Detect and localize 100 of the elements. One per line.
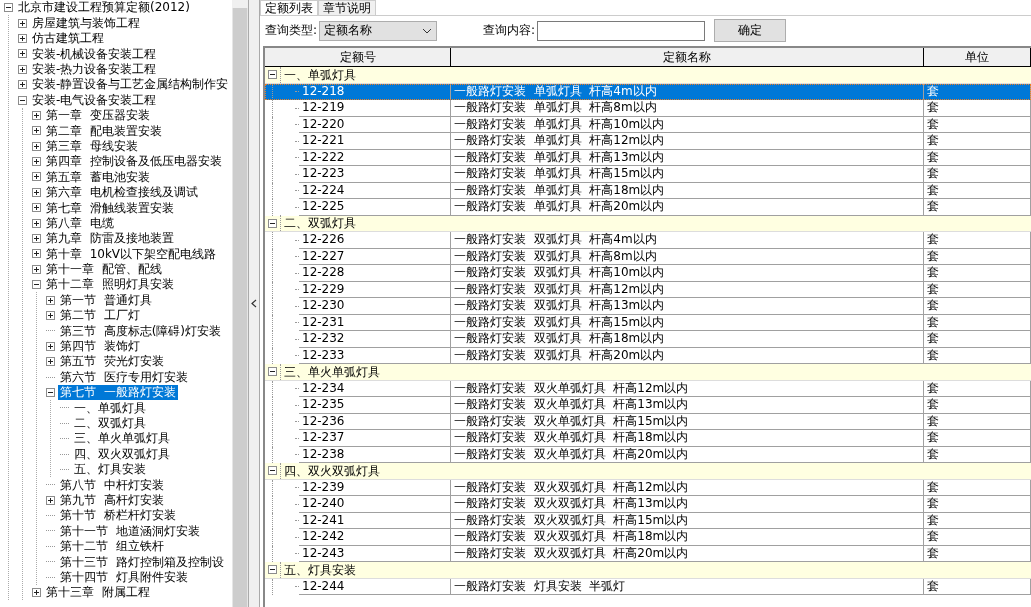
- table-row[interactable]: 12-230 一般路灯安装 双弧灯具 杆高13m以内 套: [265, 298, 1031, 315]
- expand-icon[interactable]: [46, 357, 55, 367]
- tree-item[interactable]: 第八章 电缆: [44, 215, 116, 231]
- expand-icon[interactable]: [18, 33, 27, 43]
- tree-item[interactable]: 第四章 控制设备及低压电器安装: [44, 154, 224, 169]
- expand-icon[interactable]: [32, 234, 41, 244]
- expand-icon[interactable]: [32, 141, 41, 151]
- expand-icon[interactable]: [32, 126, 41, 136]
- tree-item[interactable]: 五、灯具安装: [72, 462, 148, 477]
- expand-icon[interactable]: [18, 64, 27, 74]
- expand-icon[interactable]: [18, 49, 27, 59]
- tree-item[interactable]: 第十二节 组立铁杆: [58, 539, 166, 554]
- tree-item[interactable]: 第八节 中杆灯安装: [58, 477, 166, 493]
- tree-item[interactable]: 安装-电气设备安装工程: [30, 92, 159, 108]
- tree-item[interactable]: 第六章 电机检查接线及调试: [44, 185, 200, 200]
- table-row[interactable]: 12-234 一般路灯安装 双火单弧灯具 杆高12m以内 套: [265, 380, 1031, 397]
- table-row[interactable]: 12-221 一般路灯安装 单弧灯具 杆高12m以内 套: [265, 133, 1031, 150]
- tree-item[interactable]: 第九节 高杆灯安装: [58, 492, 166, 508]
- tree-item[interactable]: 第十章 10kV以下架空配电线路: [44, 246, 219, 262]
- tree-item[interactable]: 第十一章 配管、配线: [44, 262, 164, 277]
- table-row[interactable]: 12-240 一般路灯安装 双火双弧灯具 杆高13m以内 套: [265, 496, 1031, 513]
- expand-icon[interactable]: [32, 218, 41, 228]
- collapse-icon[interactable]: [268, 70, 277, 80]
- expand-icon[interactable]: [32, 264, 41, 274]
- tree-item[interactable]: 第六节 医疗专用灯安装: [58, 369, 190, 385]
- tree-item[interactable]: 一、单弧灯具: [72, 400, 148, 416]
- table-row[interactable]: 12-223 一般路灯安装 单弧灯具 杆高15m以内 套: [265, 166, 1031, 183]
- collapse-icon[interactable]: [46, 387, 55, 397]
- tree-item[interactable]: 安装-静置设备与工艺金属结构制作安: [30, 77, 231, 92]
- collapse-icon[interactable]: [32, 280, 41, 290]
- collapse-icon[interactable]: [268, 367, 277, 377]
- table-row[interactable]: 12-236 一般路灯安装 双火单弧灯具 杆高15m以内 套: [265, 413, 1031, 430]
- tree-item[interactable]: 第三节 高度标志(障碍)灯安装: [58, 323, 223, 339]
- tree-item[interactable]: 第五节 荧光灯安装: [58, 354, 166, 369]
- tree-item[interactable]: 第二节 工厂灯: [58, 308, 142, 323]
- tree-item[interactable]: 第十三章 附属工程: [44, 585, 152, 600]
- expand-icon[interactable]: [32, 203, 41, 213]
- table-row[interactable]: 12-241 一般路灯安装 双火双弧灯具 杆高15m以内 套: [265, 512, 1031, 529]
- table-row[interactable]: 12-227 一般路灯安装 双弧灯具 杆高8m以内 套: [265, 248, 1031, 265]
- expand-icon[interactable]: [32, 110, 41, 120]
- expand-icon[interactable]: [32, 157, 41, 167]
- group-row[interactable]: 三、单火单弧灯具: [265, 364, 1031, 381]
- tree-item[interactable]: 四、双火双弧灯具: [72, 446, 172, 462]
- collapse-icon[interactable]: [18, 95, 27, 105]
- expand-icon[interactable]: [32, 187, 41, 197]
- tree-item[interactable]: 第九章 防雷及接地装置: [44, 231, 176, 246]
- table-row[interactable]: 12-231 一般路灯安装 双弧灯具 杆高15m以内 套: [265, 314, 1031, 331]
- table-row[interactable]: 12-239 一般路灯安装 双火双弧灯具 杆高12m以内 套: [265, 479, 1031, 496]
- table-row[interactable]: 12-242 一般路灯安装 双火双弧灯具 杆高18m以内 套: [265, 529, 1031, 546]
- collapse-icon[interactable]: [4, 3, 13, 13]
- tree-item[interactable]: 第十一节 地道涵洞灯安装: [58, 523, 202, 539]
- tree-item[interactable]: 仿古建筑工程: [30, 31, 106, 46]
- table-row[interactable]: 12-244 一般路灯安装 灯具安装 半弧灯 套: [265, 578, 1031, 595]
- expand-icon[interactable]: [46, 495, 55, 505]
- collapse-icon[interactable]: [268, 218, 277, 228]
- table-row[interactable]: 12-226 一般路灯安装 双弧灯具 杆高4m以内 套: [265, 232, 1031, 249]
- tree-item[interactable]: 第十二章 照明灯具安装: [44, 277, 176, 292]
- tree-item[interactable]: 房屋建筑与装饰工程: [30, 15, 142, 31]
- expand-icon[interactable]: [18, 80, 27, 90]
- tab[interactable]: 章节说明: [318, 0, 376, 15]
- confirm-button[interactable]: 确定: [714, 19, 787, 42]
- tree-item[interactable]: 安装-机械设备安装工程: [30, 46, 159, 62]
- expand-icon[interactable]: [32, 588, 41, 598]
- query-type-dropdown[interactable]: 定额名称: [319, 20, 438, 41]
- group-row[interactable]: 五、灯具安装: [265, 562, 1031, 579]
- table-row[interactable]: 12-224 一般路灯安装 单弧灯具 杆高18m以内 套: [265, 182, 1031, 199]
- expand-icon[interactable]: [46, 311, 55, 320]
- query-content-field[interactable]: [537, 20, 706, 41]
- table-row[interactable]: 12-228 一般路灯安装 双弧灯具 杆高10m以内 套: [265, 265, 1031, 282]
- tree-item[interactable]: 第四节 装饰灯: [58, 339, 142, 354]
- expand-icon[interactable]: [32, 172, 41, 182]
- table-row[interactable]: 12-225 一般路灯安装 单弧灯具 杆高20m以内 套: [265, 199, 1031, 216]
- tree-item[interactable]: 第一节 普通灯具: [58, 292, 154, 308]
- expand-icon[interactable]: [46, 341, 55, 351]
- table-row[interactable]: 12-235 一般路灯安装 双火单弧灯具 杆高13m以内 套: [265, 397, 1031, 414]
- tree-item[interactable]: 二、双弧灯具: [72, 416, 148, 431]
- tree-item[interactable]: 第三章 母线安装: [44, 138, 140, 154]
- expand-icon[interactable]: [46, 295, 55, 305]
- group-row[interactable]: 一、单弧灯具: [265, 67, 1031, 84]
- tree-item[interactable]: 安装-热力设备安装工程: [30, 62, 159, 77]
- tree-item[interactable]: 第十四节 灯具附件安装: [58, 569, 190, 585]
- table-row[interactable]: 12-229 一般路灯安装 双弧灯具 杆高12m以内 套: [265, 281, 1031, 298]
- tree-item[interactable]: 北京市建设工程预算定额(2012): [16, 0, 192, 15]
- table-row[interactable]: 12-232 一般路灯安装 双弧灯具 杆高18m以内 套: [265, 331, 1031, 348]
- tree-item[interactable]: 第十节 桥栏杆灯安装: [58, 508, 178, 523]
- table-row[interactable]: 12-237 一般路灯安装 双火单弧灯具 杆高18m以内 套: [265, 430, 1031, 447]
- tree-item[interactable]: 第二章 配电装置安装: [44, 123, 164, 139]
- tree-item[interactable]: 第五章 蓄电池安装: [44, 169, 152, 185]
- table-row[interactable]: 12-219 一般路灯安装 单弧灯具 杆高8m以内 套: [265, 100, 1031, 117]
- scrollbar[interactable]: [232, 0, 248, 607]
- tab[interactable]: 定额列表: [260, 0, 318, 15]
- collapse-icon[interactable]: [268, 466, 277, 476]
- table-row[interactable]: 12-222 一般路灯安装 单弧灯具 杆高13m以内 套: [265, 149, 1031, 166]
- group-row[interactable]: 四、双火双弧灯具: [265, 463, 1031, 480]
- collapse-icon[interactable]: [268, 565, 277, 575]
- tree-item[interactable]: 第一章 变压器安装: [44, 108, 152, 123]
- tree-item[interactable]: 三、单火单弧灯具: [72, 431, 172, 446]
- expand-icon[interactable]: [18, 18, 27, 28]
- tree-item[interactable]: 第七章 滑触线装置安装: [44, 200, 176, 215]
- tree-item[interactable]: 第十三节 路灯控制箱及控制设: [58, 554, 226, 569]
